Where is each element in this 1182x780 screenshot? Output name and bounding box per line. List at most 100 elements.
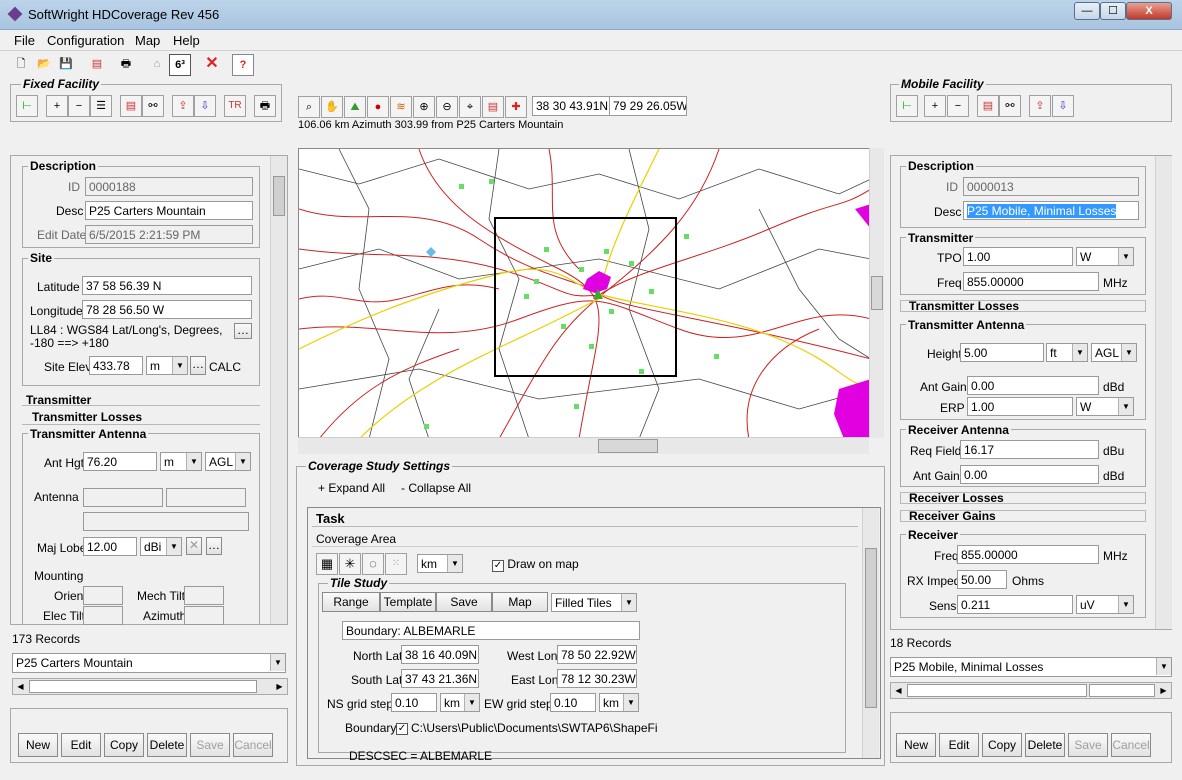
calc-label[interactable]: CALC <box>209 360 241 374</box>
fixed-delete-button[interactable]: Delete <box>147 733 187 757</box>
mobile-cancel-button[interactable]: Cancel <box>1111 733 1151 757</box>
erp-unit-select[interactable]: W <box>1076 397 1134 416</box>
datum-browse-button[interactable]: … <box>234 323 252 339</box>
expand-all-link[interactable]: + Expand All <box>318 481 385 495</box>
area-units-select[interactable]: km <box>417 554 463 573</box>
maj-lobe-field[interactable]: 12.00 <box>83 537 137 556</box>
ew-grid-field[interactable]: 0.10 <box>550 693 596 712</box>
mobile-record-select[interactable]: P25 Mobile, Minimal Losses <box>890 657 1172 677</box>
new-file-icon[interactable]: 🗋 <box>10 54 32 76</box>
fixed-save-button[interactable]: Save <box>190 733 230 757</box>
close-x-icon[interactable]: ✕ <box>201 54 223 76</box>
sens-field[interactable]: 0.211 <box>957 595 1073 614</box>
menu-help[interactable]: Help <box>173 33 200 48</box>
grid-icon[interactable]: ▦ <box>316 553 338 575</box>
calculator-icon[interactable]: 6³ <box>169 54 191 76</box>
fixed-cancel-button[interactable]: Cancel <box>233 733 273 757</box>
radial-icon[interactable]: ✳ <box>339 553 361 575</box>
range-icon[interactable]: ⊢ <box>16 95 38 117</box>
fixed-record-select[interactable]: P25 Carters Mountain <box>12 653 286 673</box>
fixed-edit-button[interactable]: Edit <box>61 733 101 757</box>
ns-grid-unit-select[interactable]: km <box>440 693 480 712</box>
map-canvas[interactable] <box>299 149 870 438</box>
antenna-browse-button[interactable]: … <box>206 537 222 555</box>
tpo-unit-select[interactable]: W <box>1076 247 1134 266</box>
export-icon[interactable]: ⇪ <box>172 95 194 117</box>
map-view[interactable] <box>298 148 870 438</box>
mobile-copy-button[interactable]: Copy <box>982 733 1022 757</box>
receiver-gains-section[interactable]: Receiver Gains <box>900 510 1146 522</box>
tile-mode-select[interactable]: Filled Tiles <box>551 593 637 612</box>
boundary-name-field[interactable]: Boundary: ALBEMARLE <box>342 621 640 640</box>
mobile-freq-field[interactable]: 855.00000 <box>963 272 1099 291</box>
points-icon[interactable]: ⁙ <box>385 553 407 575</box>
receiver-losses-section[interactable]: Receiver Losses <box>900 492 1146 504</box>
range-tab[interactable]: Range <box>322 592 380 612</box>
task-scrollbar[interactable] <box>862 508 879 758</box>
mobile-remove-icon[interactable]: − <box>947 95 969 117</box>
color-list-icon[interactable]: ▤ <box>120 95 142 117</box>
edit-date-field[interactable]: 6/5/2015 2:21:59 PM <box>85 225 253 244</box>
fixed-copy-button[interactable]: Copy <box>104 733 144 757</box>
map-vscroll[interactable] <box>869 148 884 438</box>
azimuth-field[interactable] <box>184 606 224 625</box>
longitude-field[interactable]: 78 28 56.50 W <box>82 300 252 319</box>
ns-grid-field[interactable]: 0.10 <box>391 693 437 712</box>
color-bars-icon[interactable]: ▤ <box>86 54 108 76</box>
mobile-import-icon[interactable]: ⇩ <box>1052 95 1074 117</box>
pan-hand-icon[interactable]: ✋ <box>321 96 343 118</box>
fixed-new-button[interactable]: New <box>18 733 58 757</box>
site-elev-unit-select[interactable]: m <box>146 356 188 375</box>
coverage-icon[interactable]: ● <box>367 96 389 118</box>
mobile-range-icon[interactable]: ⊢ <box>896 95 918 117</box>
lasso-icon[interactable]: ◌ <box>362 553 384 575</box>
remove-icon[interactable]: − <box>68 95 90 117</box>
zoom-in-icon[interactable]: ⊕ <box>413 96 435 118</box>
tr-icon[interactable]: TR <box>224 95 246 117</box>
mobile-binoculars-icon[interactable]: ⚯ <box>999 95 1021 117</box>
fixed-panel-scrollbar[interactable] <box>270 156 287 624</box>
antenna-field-1[interactable] <box>83 488 163 507</box>
rx-imped-field[interactable]: 50.00 <box>957 570 1007 589</box>
save-tab[interactable]: Save <box>436 592 492 612</box>
print-icon[interactable]: 🖶 <box>254 95 276 117</box>
elev-browse-button[interactable]: … <box>190 356 206 375</box>
mobile-tx-losses-section[interactable]: Transmitter Losses <box>900 300 1146 312</box>
pointer-icon[interactable]: ⌖ <box>459 96 481 118</box>
ant-hgt-field[interactable]: 76.20 <box>83 452 157 471</box>
fixed-record-scrollbar[interactable]: ◀ ▶ <box>12 678 288 695</box>
desc-field[interactable]: P25 Carters Mountain <box>85 201 253 220</box>
menu-file[interactable]: File <box>14 33 35 48</box>
template-tab[interactable]: Template <box>380 592 436 612</box>
elec-tilt-field[interactable] <box>83 606 123 625</box>
mobile-edit-button[interactable]: Edit <box>939 733 979 757</box>
list-icon[interactable]: ☰ <box>90 95 112 117</box>
mobile-save-button[interactable]: Save <box>1068 733 1108 757</box>
ant-hgt-ref-select[interactable]: AGL <box>205 452 251 471</box>
height-unit-select[interactable]: ft <box>1046 343 1088 362</box>
site-icon[interactable]: ⌂ <box>146 54 168 76</box>
orient-field[interactable] <box>83 586 123 605</box>
add-site-icon[interactable]: ✚ <box>505 96 527 118</box>
collapse-all-link[interactable]: - Collapse All <box>401 481 471 495</box>
mobile-desc-field[interactable]: P25 Mobile, Minimal Losses <box>963 201 1139 220</box>
site-elev-field[interactable]: 433.78 <box>89 356 143 375</box>
antenna-field-2[interactable] <box>166 488 246 507</box>
zoom-select-icon[interactable]: ⌕ <box>298 96 320 118</box>
mech-tilt-field[interactable] <box>184 586 224 605</box>
tpo-field[interactable]: 1.00 <box>963 247 1073 266</box>
height-field[interactable]: 5.00 <box>960 343 1044 362</box>
import-icon[interactable]: ⇩ <box>194 95 216 117</box>
help-icon[interactable]: ? <box>232 54 254 76</box>
transmitter-losses-section[interactable]: Transmitter Losses <box>22 410 260 425</box>
save-disk-icon[interactable]: 💾 <box>55 54 77 76</box>
south-lat-field[interactable]: 37 43 21.36N <box>401 669 479 688</box>
mobile-tx-gain-field[interactable]: 0.00 <box>967 376 1099 395</box>
boundary-checkbox[interactable]: ✓ <box>396 720 408 735</box>
antenna-field-3[interactable] <box>83 512 249 531</box>
minimize-button[interactable]: — <box>1074 2 1100 20</box>
mobile-panel-scrollbar[interactable] <box>1155 156 1172 629</box>
draw-on-map-checkbox[interactable]: ✓ Draw on map <box>492 557 579 572</box>
ant-hgt-unit-select[interactable]: m <box>160 452 202 471</box>
legend-icon[interactable]: ▤ <box>482 96 504 118</box>
